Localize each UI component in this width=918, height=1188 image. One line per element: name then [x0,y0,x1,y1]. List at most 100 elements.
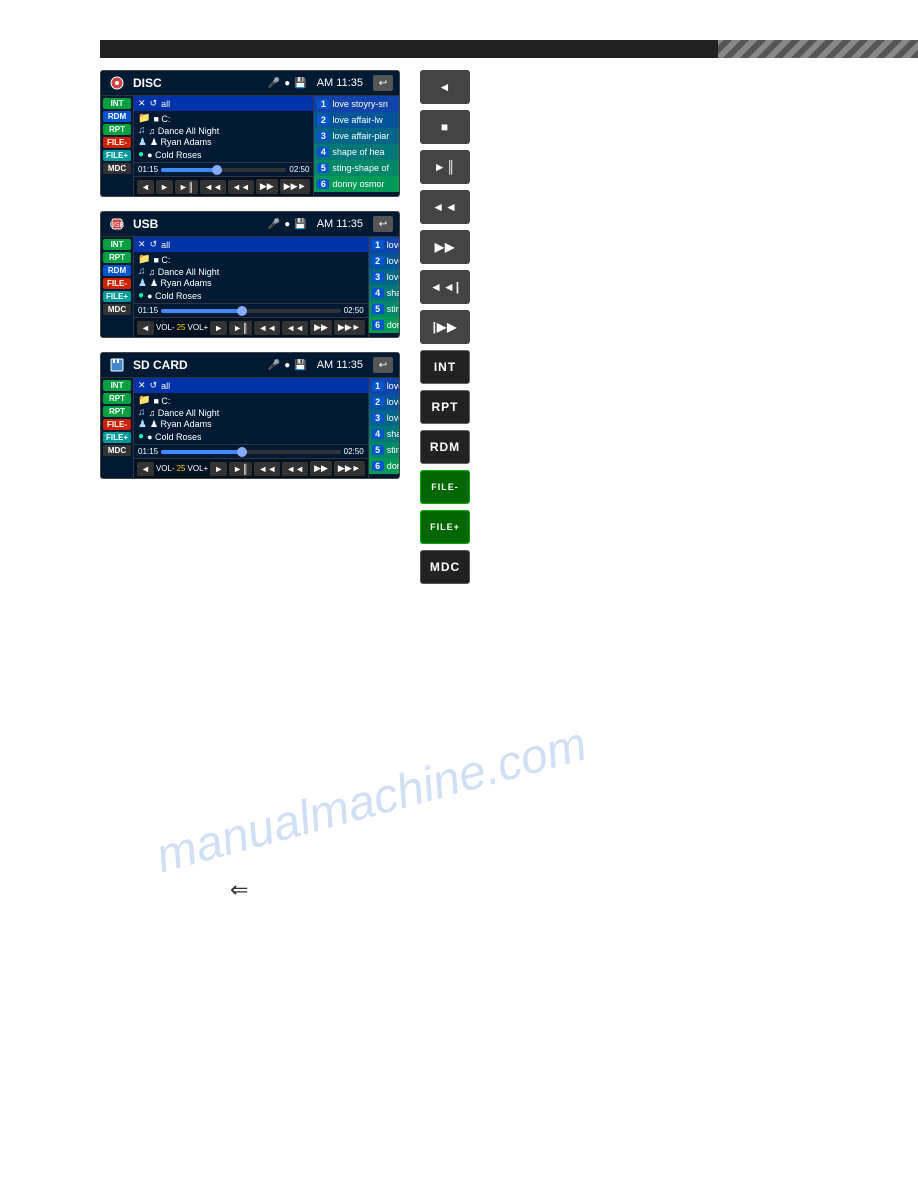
file-minus-button[interactable]: FILE- [420,470,470,504]
ctrl-playpause-0[interactable]: ►║ [175,180,198,194]
shuffle-icon-2: ✕ [138,380,146,391]
panel-header-0: DISC 🎤 ● 💾 AM 11:35 ↩ [101,71,399,96]
progress-bar-1[interactable] [161,309,341,313]
track-item-1-5[interactable]: 6 donny osmor [369,317,400,333]
sidebar-btn-1-0[interactable]: INT [103,239,131,250]
play-pause-button[interactable]: ►║ [420,150,470,184]
prev-track-button[interactable]: ◄◄| [420,270,470,304]
return-btn-0[interactable]: ↩ [373,75,393,91]
ctrl-prev-2[interactable]: ◄◄ [254,462,280,476]
sidebar-btn-1-3[interactable]: FILE- [103,278,131,289]
rpt-button[interactable]: RPT [420,390,470,424]
ctrl-fwd-2[interactable]: ▶▶ [310,461,332,476]
track-item-2-4[interactable]: 5 sting-shape of [369,442,400,458]
file-plus-button[interactable]: FILE+ [420,510,470,544]
sidebar-btn-2-4[interactable]: FILE+ [103,432,131,443]
stop-button[interactable]: ■ [420,110,470,144]
track-num-0-3: 4 [317,147,329,157]
track-item-2-0[interactable]: 1 love stoyry-sn [369,378,400,394]
track-name-2-4: sting-shape of [387,445,400,455]
sidebar-btn-0-3[interactable]: FILE- [103,137,131,148]
ctrl-rew-0[interactable]: ◄◄ [228,180,254,194]
rdm-button[interactable]: RDM [420,430,470,464]
ctrl-fwd-0[interactable]: ▶▶ [256,179,278,194]
sidebar-btn-1-5[interactable]: MDC [103,304,131,315]
ctrl-play-1[interactable]: ► [210,321,227,335]
sidebar-btn-1-1[interactable]: RPT [103,252,131,263]
ctrl-playpause-2[interactable]: ►║ [229,462,252,476]
folder-root-label-2: ■ C: [153,396,170,406]
ctrl-fwd-1[interactable]: ▶▶ [310,320,332,335]
track-item-1-2[interactable]: 3 love affair-piar [369,269,400,285]
track-num-2-1: 2 [372,397,384,407]
sidebar-btn-2-0[interactable]: INT [103,380,131,391]
ctrl-vol-icon-2[interactable]: ◄ [137,462,154,476]
sidebar-btn-0-5[interactable]: MDC [103,163,131,174]
track-item-2-3[interactable]: 4 shape of my he [369,426,400,442]
track-item-1-1[interactable]: 2 love affair-lw [369,253,400,269]
ctrl-vol-icon-1[interactable]: ◄ [137,321,154,335]
folder-icon-0: 📁 [138,113,150,124]
mic-icon-0: 🎤 [268,78,280,89]
track-item-0-2[interactable]: 3 love affair-piar [314,128,399,144]
ctrl-prev-0[interactable]: ◄◄ [200,180,226,194]
ctrl-rew-2[interactable]: ◄◄ [282,462,308,476]
dot-icon-0: ● [284,78,290,89]
person-icon-0: ♟ [138,137,147,148]
ctrl-play-0[interactable]: ► [156,180,173,194]
track-item-0-3[interactable]: 4 shape of hea [314,144,399,160]
folder-track-1: ● ● Cold Roses [138,290,364,301]
device-icon-0 [107,75,127,91]
artist-label-2: ♟ Ryan Adams [150,419,212,430]
progress-bar-0[interactable] [161,168,286,172]
rewind-button[interactable]: ◄◄ [420,190,470,224]
sidebar-btn-1-4[interactable]: FILE+ [103,291,131,302]
next-track-button[interactable]: |▶▶ [420,310,470,344]
track-item-2-1[interactable]: 2 love affair-lw [369,394,400,410]
return-btn-1[interactable]: ↩ [373,216,393,232]
ctrl-vol-icon-0[interactable]: ◄ [137,180,154,194]
track-item-0-5[interactable]: 6 donny osmor [314,176,399,192]
ctrl-rew-1[interactable]: ◄◄ [282,321,308,335]
vol-minus-label-1: VOL- [156,323,175,332]
track-item-0-4[interactable]: 5 sting-shape of [314,160,399,176]
vol-plus-label-1: VOL+ [188,323,209,332]
volume-down-button[interactable]: ◄ [420,70,470,104]
time-display-1: AM 11:35 [317,218,363,230]
track-item-0-0[interactable]: 1 love stoyry-sn [314,96,399,112]
back-arrow: ⇐ [230,877,248,903]
track-item-1-0[interactable]: 1 love stoyry-sn [369,237,400,253]
device-icon-1: USB [107,216,127,232]
sidebar-btn-0-1[interactable]: RDM [103,111,131,122]
ctrl-next-0[interactable]: ▶▶► [280,179,311,194]
track-list-0: 1 love stoyry-sn 2 love affair-lw 3 love… [313,96,399,196]
sidebar-btn-0-0[interactable]: INT [103,98,131,109]
ctrl-playpause-1[interactable]: ►║ [229,321,252,335]
int-button[interactable]: INT [420,350,470,384]
sidebar-btn-2-2[interactable]: RPT [103,406,131,417]
sidebar-btn-0-4[interactable]: FILE+ [103,150,131,161]
fast-forward-button[interactable]: ▶▶ [420,230,470,264]
track-item-1-4[interactable]: 5 sting-shape of [369,301,400,317]
sidebar-btn-2-1[interactable]: RPT [103,393,131,404]
track-item-2-2[interactable]: 3 love affair-piar [369,410,400,426]
sidebar-btn-1-2[interactable]: RDM [103,265,131,276]
sidebar-btn-0-2[interactable]: RPT [103,124,131,135]
track-item-1-3[interactable]: 4 shape of my hea [369,285,400,301]
ctrl-next-2[interactable]: ▶▶► [334,461,365,476]
progress-bar-2[interactable] [161,450,341,454]
device-title-2: SD CARD [133,358,262,372]
ctrl-next-1[interactable]: ▶▶► [334,320,365,335]
ctrl-prev-1[interactable]: ◄◄ [254,321,280,335]
sidebar-btn-2-5[interactable]: MDC [103,445,131,456]
sidebar-btn-2-3[interactable]: FILE- [103,419,131,430]
folder-track-0: ● ● Cold Roses [138,149,309,160]
track-item-2-5[interactable]: 6 donny osmor [369,458,400,474]
return-btn-2[interactable]: ↩ [373,357,393,373]
track-item-0-1[interactable]: 2 love affair-lw [314,112,399,128]
progress-fill-1 [161,309,242,313]
ctrl-play-2[interactable]: ► [210,462,227,476]
folder-album-0: ♫ ♫ Dance All Night [138,125,309,136]
folder-info-2: 📁 ■ C: ♫ ♫ Dance All Night ♟ ♟ Ryan Adam… [134,393,368,445]
mdc-button[interactable]: MDC [420,550,470,584]
